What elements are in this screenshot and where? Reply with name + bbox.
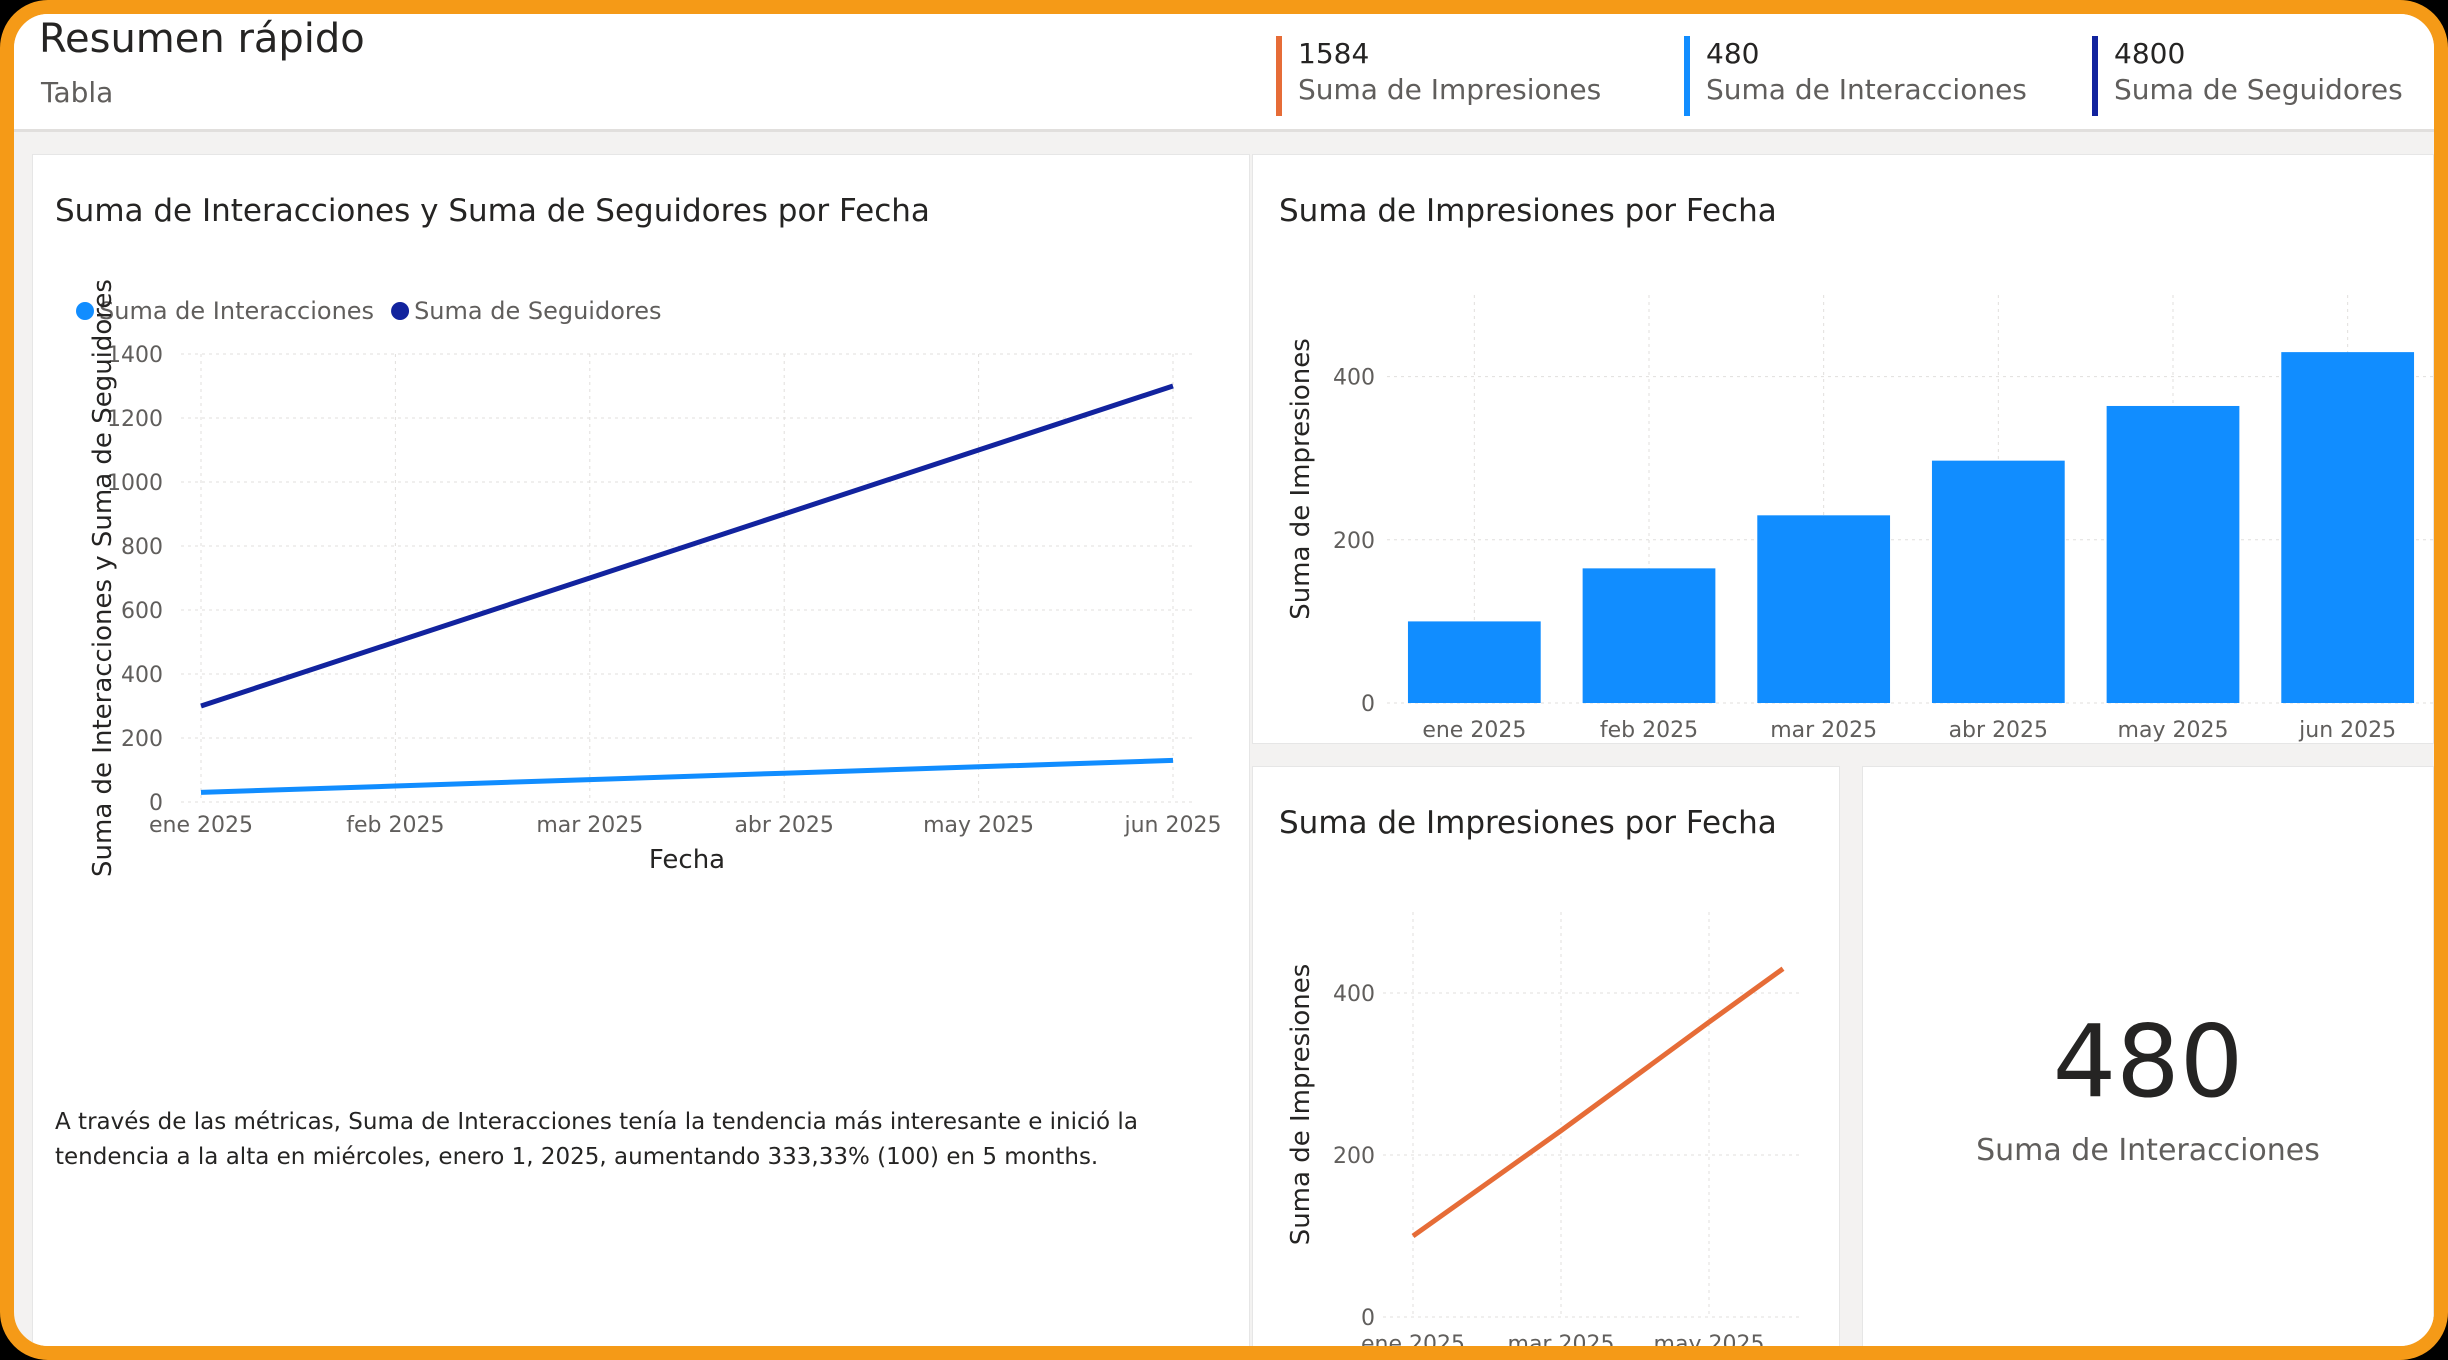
y-tick-label: 200 — [1333, 1144, 1375, 1169]
kpi-seguidores[interactable]: 4800 Suma de Seguidores — [2092, 36, 2403, 116]
kpi-card[interactable]: 480 Suma de Interacciones — [1862, 766, 2434, 1346]
summary-header: Resumen rápido Tabla 1584 Suma de Impres… — [14, 14, 2434, 132]
small-line-chart-card[interactable]: Suma de Impresiones por Fecha 0 200 400 ene… — [1252, 766, 1841, 1360]
series-line — [1411, 966, 1785, 1239]
x-tick-label: ene 2025 — [1422, 718, 1526, 743]
x-tick-label: may 2025 — [923, 813, 1034, 838]
kpi-value: 4800 — [2114, 37, 2186, 70]
legend-label: Suma de Interacciones — [99, 297, 374, 325]
bar — [1407, 621, 1541, 703]
x-tick-label: jun 2025 — [2298, 718, 2396, 743]
smart-narrative-text: A través de las métricas, Suma de Intera… — [55, 1109, 1138, 1170]
kpi-impresiones[interactable]: 1584 Suma de Impresiones — [1276, 36, 1601, 116]
x-tick-label: mar 2025 — [536, 813, 643, 838]
y-tick-label: 0 — [1361, 1306, 1375, 1331]
x-tick-label: mar 2025 — [1770, 718, 1877, 743]
y-tick-label: 200 — [121, 727, 163, 752]
series-line — [200, 757, 1174, 795]
kpi-color-bar — [1684, 36, 1690, 116]
page-subtitle: Tabla — [41, 76, 114, 109]
line-chart-card[interactable]: Suma de Interacciones y Suma de Seguidor… — [32, 154, 1251, 1346]
bar — [2281, 352, 2415, 703]
y-axis-title: Suma de Impresiones — [1286, 964, 1316, 1246]
line-chart-title: Suma de Interacciones y Suma de Seguidor… — [55, 193, 930, 229]
bar-chart-card[interactable]: Suma de Impresiones por Fecha 0 200 400 ene… — [1252, 154, 2434, 744]
y-tick-label: 400 — [1333, 366, 1375, 391]
kpi-value: 480 — [1706, 37, 1760, 70]
bar-chart-title: Suma de Impresiones por Fecha — [1279, 193, 1777, 229]
kpi-label: Suma de Seguidores — [2114, 73, 2403, 106]
x-tick-label: feb 2025 — [1600, 718, 1698, 743]
bar — [1582, 568, 1716, 703]
small-line-chart-title: Suma de Impresiones por Fecha — [1279, 805, 1777, 841]
kpi-color-bar — [2092, 36, 2098, 116]
series-line — [200, 383, 1174, 709]
y-tick-label: 600 — [121, 599, 163, 624]
kpi-interacciones[interactable]: 480 Suma de Interacciones — [1684, 36, 2027, 116]
line-chart[interactable]: Suma de Interacciones Suma de Seguidores0… — [33, 235, 1251, 1175]
y-tick-label: 400 — [121, 663, 163, 688]
bar — [2106, 405, 2240, 703]
y-tick-label: 400 — [1333, 982, 1375, 1007]
kpi-color-bar — [1276, 36, 1282, 116]
x-axis-title: Fecha — [649, 845, 725, 875]
x-tick-label: may 2025 — [2118, 718, 2229, 743]
y-axis-title: Suma de Impresiones — [1286, 338, 1316, 620]
y-tick-label: 800 — [121, 535, 163, 560]
report-canvas: Resumen rápido Tabla 1584 Suma de Impres… — [0, 0, 2448, 1360]
x-tick-label: ene 2025 — [149, 813, 253, 838]
x-tick-label: feb 2025 — [346, 813, 444, 838]
y-axis-title: Suma de Interacciones y Suma de Seguidor… — [88, 279, 118, 877]
card-value: 480 — [2052, 1003, 2244, 1120]
legend-label: Suma de Seguidores — [414, 297, 661, 325]
y-tick-label: 0 — [1361, 692, 1375, 717]
legend-marker — [391, 302, 410, 320]
kpi-value: 1584 — [1298, 37, 1370, 70]
x-tick-label: abr 2025 — [1949, 718, 2048, 743]
kpi-label: Suma de Interacciones — [1706, 73, 2027, 106]
x-tick-label: ene 2025 — [1361, 1332, 1465, 1357]
bar-chart[interactable]: 0 200 400 ene 2025 feb 2025 mar 2025 abr 2025 m… — [1253, 225, 2435, 745]
x-tick-label: abr 2025 — [734, 813, 833, 838]
bar — [1757, 515, 1891, 703]
card-label: Suma de Interacciones — [1976, 1133, 2320, 1168]
small-line-chart[interactable]: 0200400ene 2025mar 2025may 2025FechaSuma… — [1253, 842, 1841, 1360]
x-tick-label: may 2025 — [1654, 1332, 1765, 1357]
x-tick-label: jun 2025 — [1124, 813, 1222, 838]
x-tick-label: mar 2025 — [1508, 1332, 1615, 1357]
page-title: Resumen rápido — [39, 16, 365, 62]
kpi-label: Suma de Impresiones — [1298, 73, 1602, 106]
bar — [1931, 460, 2065, 703]
y-tick-label: 200 — [1333, 529, 1375, 554]
